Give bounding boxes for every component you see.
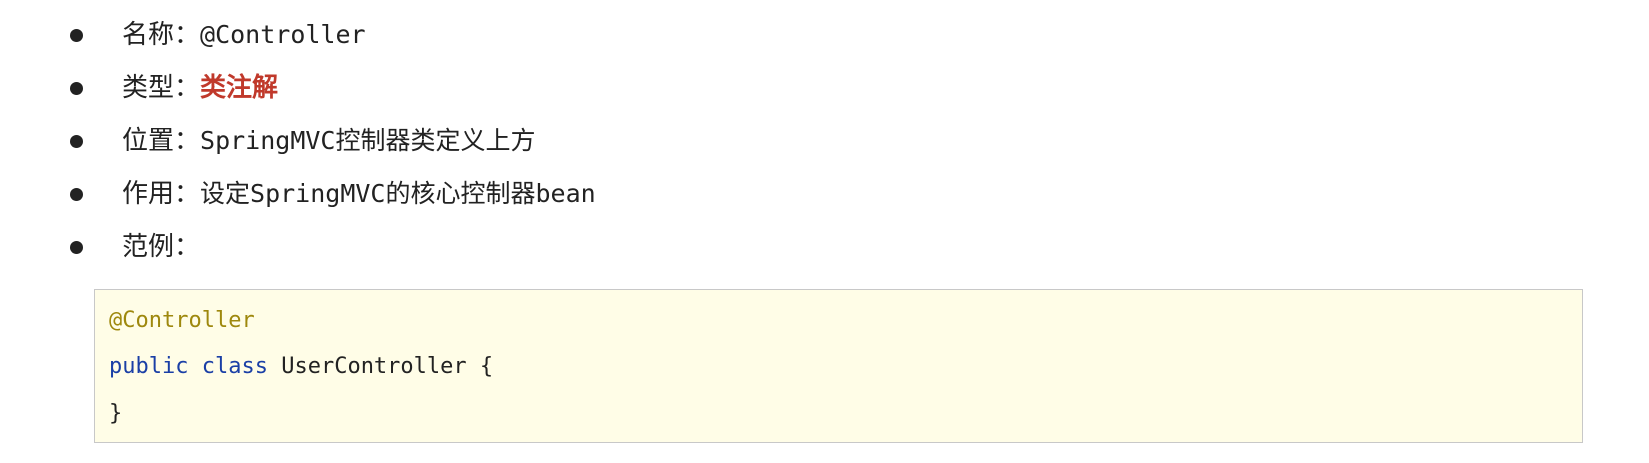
bullet-icon	[70, 29, 83, 42]
item-label: 名称：	[122, 20, 201, 50]
item-text: 位置：SpringMVC控制器类定义上方	[122, 121, 535, 161]
item-label: 范例：	[122, 232, 201, 262]
item-text: 作用：设定SpringMVC的核心控制器bean	[122, 174, 596, 214]
list-item-name: 名称：@Controller	[0, 15, 1500, 55]
item-text: 名称：@Controller	[122, 15, 366, 55]
code-annotation: @Controller	[109, 308, 255, 333]
item-label: 作用：	[122, 179, 201, 209]
list-item-position: 位置：SpringMVC控制器类定义上方	[0, 121, 1500, 161]
item-value-highlight: 类注解	[200, 73, 279, 103]
bullet-icon	[70, 135, 83, 148]
bullet-icon	[70, 241, 83, 254]
item-value: 设定SpringMVC的核心控制器bean	[200, 179, 596, 208]
code-example-block: @Controller public class UserController …	[94, 289, 1583, 443]
item-text: 类型：类注解	[122, 68, 278, 108]
code-closing-brace: }	[109, 401, 123, 426]
item-label: 位置：	[122, 126, 201, 156]
list-item-example: 范例：	[0, 227, 1500, 267]
code-keyword-public: public	[109, 354, 189, 379]
code-class-name: UserController {	[281, 354, 494, 379]
list-item-purpose: 作用：设定SpringMVC的核心控制器bean	[0, 174, 1500, 214]
bullet-icon	[70, 188, 83, 201]
item-value: SpringMVC控制器类定义上方	[200, 126, 536, 155]
item-text: 范例：	[122, 227, 200, 267]
item-value: @Controller	[200, 20, 366, 49]
list-item-type: 类型：类注解	[0, 68, 1500, 108]
bullet-icon	[70, 82, 83, 95]
item-label: 类型：	[122, 73, 201, 103]
code-keyword-class: class	[201, 354, 268, 379]
code-class-declaration: public class UserController {	[109, 352, 493, 382]
